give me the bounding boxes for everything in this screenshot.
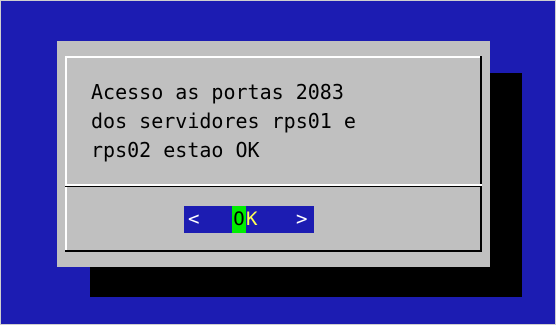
frame-separator-shadow [65,186,482,187]
ok-button[interactable]: < O K > [184,206,314,233]
terminal-screen: Acesso as portas 2083 dos servidores rps0… [0,0,556,325]
ok-button-right-bracket: > [296,208,308,230]
message-line: Acesso as portas 2083 [91,80,344,104]
message-line: dos servidores rps01 e [91,109,356,133]
ok-button-hotkey: O [232,206,246,233]
frame-top-edge [65,56,481,58]
dialog-message: Acesso as portas 2083 dos servidores rps0… [91,78,356,165]
message-dialog: Acesso as portas 2083 dos servidores rps0… [57,41,490,267]
ok-button-left-bracket: < [188,208,200,230]
frame-bottom-edge [65,250,482,252]
message-line: rps02 estao OK [91,138,260,162]
ok-button-label: K [246,208,258,230]
frame-left-edge [65,56,67,251]
frame-right-edge [480,56,482,251]
